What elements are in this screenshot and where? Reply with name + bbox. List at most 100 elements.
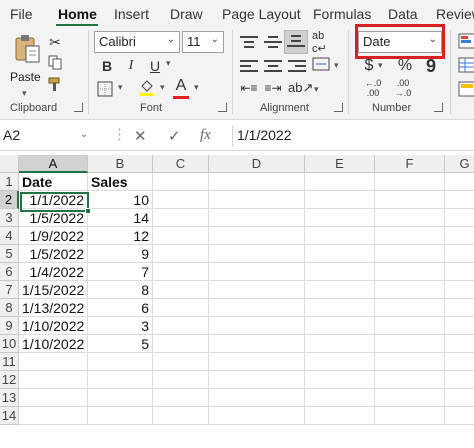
cell-b7[interactable]: 8: [88, 281, 153, 299]
cell-e6[interactable]: [305, 263, 375, 281]
cell-c8[interactable]: [153, 299, 209, 317]
fill-color-button[interactable]: [136, 78, 158, 100]
underline-chevron-icon[interactable]: ▾: [166, 58, 171, 69]
cell-a4[interactable]: 1/9/2022: [19, 227, 88, 245]
row-header-5[interactable]: 5: [0, 245, 19, 263]
font-family-select[interactable]: Calibri ⌄: [94, 31, 180, 53]
cell-b11[interactable]: [88, 353, 153, 371]
cell-g8[interactable]: [445, 299, 474, 317]
cell-g13[interactable]: [445, 389, 474, 407]
cell-g2[interactable]: [445, 191, 474, 209]
cell-e10[interactable]: [305, 335, 375, 353]
cell-f12[interactable]: [375, 371, 445, 389]
cell-c11[interactable]: [153, 353, 209, 371]
row-header-6[interactable]: 6: [0, 263, 19, 281]
format-painter-icon[interactable]: [44, 76, 66, 98]
comma-style-button[interactable]: 9: [420, 56, 442, 78]
paste-dropdown-chevron-icon[interactable]: ▾: [22, 88, 27, 99]
cell-a11[interactable]: [19, 353, 88, 371]
cell-c10[interactable]: [153, 335, 209, 353]
decrease-indent-icon[interactable]: ⇤≡: [238, 78, 260, 100]
cell-d3[interactable]: [209, 209, 305, 227]
increase-decimal-icon[interactable]: ←.0.00: [362, 78, 384, 100]
column-header-a[interactable]: A: [19, 155, 88, 173]
cell-c13[interactable]: [153, 389, 209, 407]
cell-e1[interactable]: [305, 173, 375, 191]
formula-input[interactable]: 1/1/2022: [232, 125, 474, 147]
cell-c7[interactable]: [153, 281, 209, 299]
cell-b4[interactable]: 12: [88, 227, 153, 245]
cell-e7[interactable]: [305, 281, 375, 299]
select-all-corner[interactable]: [0, 155, 19, 173]
cell-d12[interactable]: [209, 371, 305, 389]
borders-button[interactable]: [94, 80, 116, 102]
top-align-icon[interactable]: [240, 36, 258, 50]
cell-g6[interactable]: [445, 263, 474, 281]
row-header-1[interactable]: 1: [0, 173, 19, 191]
tab-data[interactable]: Data: [388, 6, 418, 22]
row-header-13[interactable]: 13: [0, 389, 19, 407]
cell-b6[interactable]: 7: [88, 263, 153, 281]
font-color-chevron-icon[interactable]: ▾: [194, 82, 199, 93]
cell-c9[interactable]: [153, 317, 209, 335]
cell-b2[interactable]: 10: [88, 191, 153, 209]
cell-d5[interactable]: [209, 245, 305, 263]
cancel-icon[interactable]: ✕: [134, 127, 147, 145]
cell-a9[interactable]: 1/10/2022: [19, 317, 88, 335]
cell-a8[interactable]: 1/13/2022: [19, 299, 88, 317]
column-header-e[interactable]: E: [305, 155, 375, 173]
cell-styles-icon[interactable]: [456, 80, 474, 102]
cell-f3[interactable]: [375, 209, 445, 227]
cell-c5[interactable]: [153, 245, 209, 263]
cell-f2[interactable]: [375, 191, 445, 209]
row-header-9[interactable]: 9: [0, 317, 19, 335]
cell-g4[interactable]: [445, 227, 474, 245]
cell-f8[interactable]: [375, 299, 445, 317]
cell-e5[interactable]: [305, 245, 375, 263]
number-launcher-icon[interactable]: [434, 103, 443, 112]
cell-b14[interactable]: [88, 407, 153, 425]
cell-f6[interactable]: [375, 263, 445, 281]
tab-file[interactable]: File: [10, 6, 33, 22]
cell-d2[interactable]: [209, 191, 305, 209]
cell-e2[interactable]: [305, 191, 375, 209]
cell-a12[interactable]: [19, 371, 88, 389]
cell-a5[interactable]: 1/5/2022: [19, 245, 88, 263]
cell-a14[interactable]: [19, 407, 88, 425]
cell-g7[interactable]: [445, 281, 474, 299]
cell-f14[interactable]: [375, 407, 445, 425]
borders-chevron-icon[interactable]: ▾: [118, 82, 123, 93]
middle-align-icon[interactable]: [264, 36, 282, 50]
cell-d1[interactable]: [209, 173, 305, 191]
cell-b8[interactable]: 6: [88, 299, 153, 317]
cell-g9[interactable]: [445, 317, 474, 335]
cell-a13[interactable]: [19, 389, 88, 407]
cell-d6[interactable]: [209, 263, 305, 281]
paste-button[interactable]: Paste: [8, 32, 46, 86]
row-header-4[interactable]: 4: [0, 227, 19, 245]
row-header-10[interactable]: 10: [0, 335, 19, 353]
column-header-g[interactable]: G: [445, 155, 474, 173]
cell-f10[interactable]: [375, 335, 445, 353]
cell-d4[interactable]: [209, 227, 305, 245]
cell-b13[interactable]: [88, 389, 153, 407]
font-launcher-icon[interactable]: [218, 103, 227, 112]
cell-g5[interactable]: [445, 245, 474, 263]
cell-d9[interactable]: [209, 317, 305, 335]
row-header-2[interactable]: 2: [0, 191, 19, 209]
cell-e14[interactable]: [305, 407, 375, 425]
cell-a10[interactable]: 1/10/2022: [19, 335, 88, 353]
tab-review[interactable]: Review: [436, 6, 474, 22]
row-header-7[interactable]: 7: [0, 281, 19, 299]
copy-icon[interactable]: [44, 54, 66, 76]
cell-f11[interactable]: [375, 353, 445, 371]
cell-d11[interactable]: [209, 353, 305, 371]
cell-c3[interactable]: [153, 209, 209, 227]
cell-g3[interactable]: [445, 209, 474, 227]
column-header-c[interactable]: C: [153, 155, 209, 173]
cell-a7[interactable]: 1/15/2022: [19, 281, 88, 299]
cell-d14[interactable]: [209, 407, 305, 425]
tab-insert[interactable]: Insert: [114, 6, 149, 22]
cell-c14[interactable]: [153, 407, 209, 425]
align-right-icon[interactable]: [288, 60, 306, 74]
